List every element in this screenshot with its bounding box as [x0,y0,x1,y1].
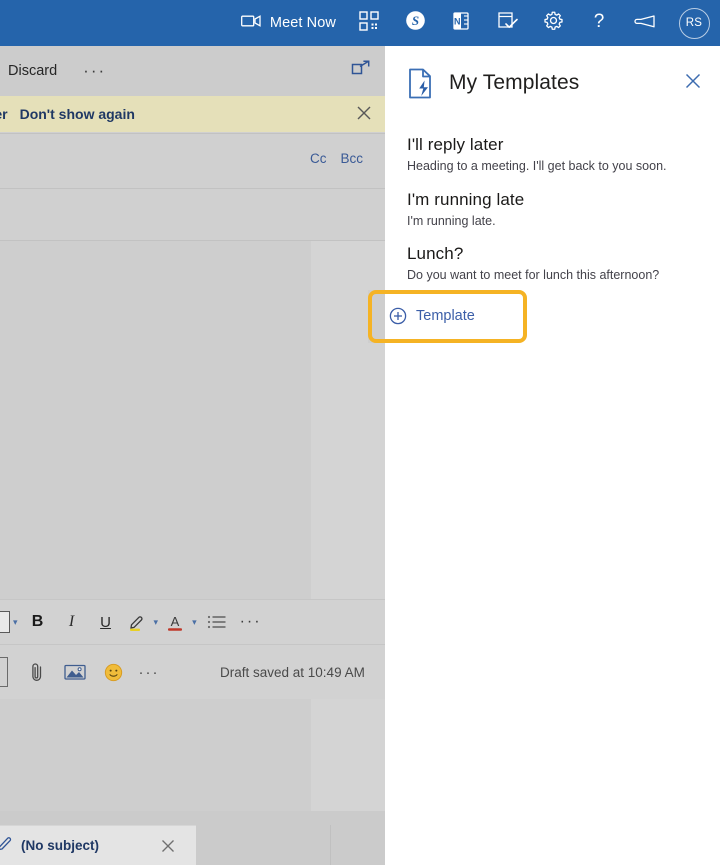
remind-later-link[interactable]: later [0,106,8,122]
chevron-down-icon[interactable]: ▾ [151,617,162,628]
tab-strip-empty-area [196,825,385,865]
list-item[interactable]: I'm running late I'm running late. [407,189,720,230]
draft-saved-status: Draft saved at 10:49 AM [220,664,365,680]
onenote-button[interactable]: N [438,0,484,46]
subject-row[interactable] [0,189,385,241]
svg-text:A: A [171,614,180,629]
my-templates-panel: My Templates I'll reply later Heading to… [385,46,720,865]
template-body: Do you want to meet for lunch this after… [407,268,660,283]
close-icon[interactable] [160,838,176,859]
template-body: I'm running late. [407,213,496,228]
app-root: Meet Now S N ? RS Discard ··· r Don't sh… [0,0,720,865]
template-title: I'm running late [407,189,525,209]
skype-button[interactable]: S [392,0,438,46]
skype-icon: S [405,10,426,36]
attach-more-button[interactable]: ··· [132,664,166,681]
underline-button[interactable]: U [89,614,123,631]
dont-show-again-link[interactable]: Don't show again [20,106,135,122]
template-list: I'll reply later Heading to a meeting. I… [385,120,720,284]
compose-lower-blank-area [0,699,385,811]
highlighter-icon[interactable] [123,612,151,632]
close-icon[interactable] [684,72,702,95]
compose-more-options-button[interactable]: ··· [57,61,106,81]
templates-document-bolt-icon [408,68,435,99]
formatting-toolbar: ▾ B I U ▾ A ▾ ··· [0,599,385,644]
pop-out-icon[interactable] [351,60,371,83]
compose-window: Discard ··· later Don't show again [0,46,385,865]
svg-text:?: ? [594,11,605,32]
svg-text:N: N [454,16,461,26]
bulleted-list-icon[interactable] [200,614,234,630]
cc-bcc-group: Cc Bcc [310,151,363,166]
to-do-button[interactable] [484,0,530,46]
draft-tab-strip: (No subject) [0,819,385,865]
notification-bar: later Don't show again [0,96,385,132]
svg-text:S: S [411,13,418,28]
picture-icon[interactable] [56,663,94,681]
megaphone-icon [634,13,656,34]
chevron-down-icon[interactable]: ▾ [10,617,21,628]
paperclip-icon[interactable] [18,661,56,683]
message-body[interactable] [0,241,385,599]
list-item[interactable]: Lunch? Do you want to meet for lunch thi… [407,243,720,284]
qr-code-button[interactable] [346,0,392,46]
template-title: I'll reply later [407,135,504,154]
question-mark-icon: ? [589,10,609,37]
chevron-down-icon[interactable]: ▾ [189,617,200,628]
close-icon[interactable] [355,104,373,127]
bold-button[interactable]: B [21,613,55,631]
font-name-box[interactable] [0,611,10,633]
font-color-icon[interactable]: A [161,612,189,632]
draft-tab-label: (No subject) [21,838,100,853]
qr-code-icon [359,10,379,36]
add-template-label: Template [416,308,475,324]
cc-button[interactable]: Cc [310,151,327,166]
attach-toolbar: ··· Draft saved at 10:49 AM [0,644,385,699]
tab-strip-divider [330,825,331,865]
discard-button[interactable]: Discard [0,63,57,79]
avatar: RS [678,7,710,39]
bcc-button[interactable]: Bcc [340,151,363,166]
list-item[interactable]: I'll reply later Heading to a meeting. I… [407,134,720,175]
pencil-icon [0,834,14,857]
format-more-button[interactable]: ··· [234,613,268,631]
compose-command-bar: Discard ··· [0,46,385,96]
meet-now-label: Meet Now [269,15,336,31]
recipients-row[interactable]: Cc Bcc [0,133,385,189]
office-suite-bar: Meet Now S N ? RS [0,0,720,46]
add-template-button[interactable]: Template [389,302,519,330]
highlight-backdrop [368,290,385,343]
template-title: Lunch? [407,244,464,263]
meet-now-button[interactable]: Meet Now [235,0,346,46]
onenote-icon: N [451,11,471,36]
checklist-icon [497,11,518,36]
video-camera-icon [240,14,261,33]
lower-right-gutter [311,699,385,811]
page-title: My Templates [449,71,580,94]
gear-icon [543,10,564,36]
help-button[interactable]: ? [576,0,622,46]
circle-plus-icon [389,307,407,325]
italic-button[interactable]: I [55,613,89,631]
feedback-button[interactable] [622,0,668,46]
template-body: Heading to a meeting. I'll get back to y… [407,159,667,174]
emoji-icon[interactable] [94,663,132,682]
send-button-edge[interactable] [0,657,8,687]
draft-tab[interactable]: (No subject) [0,825,196,865]
account-avatar-button[interactable]: RS [668,0,720,46]
settings-button[interactable] [530,0,576,46]
panel-header: My Templates [385,46,720,120]
